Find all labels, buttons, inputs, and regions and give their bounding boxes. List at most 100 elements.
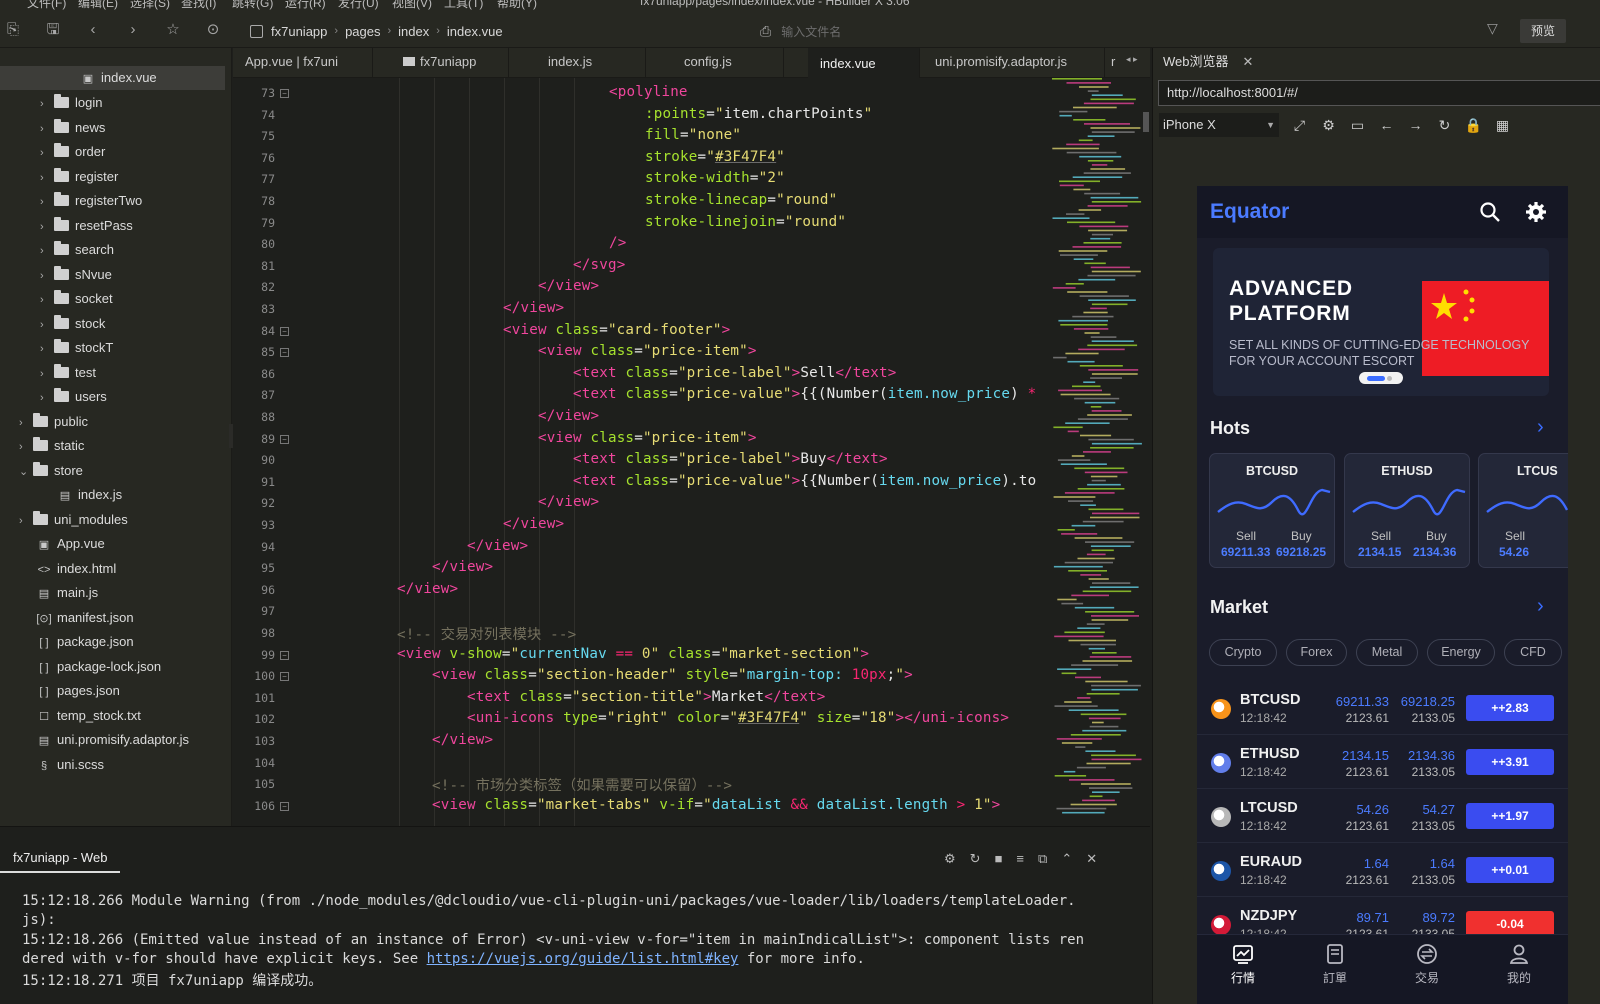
close-icon[interactable]: ✕ [1243, 54, 1254, 69]
market-change-badge[interactable]: ++1.97 [1466, 803, 1554, 829]
code-editor[interactable]: 73− <polyline 74:points="item.chartPoints"… [233, 78, 1150, 826]
fold-icon[interactable]: − [280, 672, 289, 682]
code-line[interactable]: <view class="market-tabs" v-if="dataList… [432, 797, 1000, 813]
tree-folder[interactable]: › search [40, 238, 114, 262]
tree-folder[interactable]: › news [40, 116, 105, 140]
code-line[interactable]: <view class="price-item"> [538, 343, 757, 359]
code-line[interactable]: </view> [538, 494, 599, 510]
filter-icon[interactable]: ≡ [1016, 851, 1024, 867]
code-line[interactable]: <!-- 市场分类标签（如果需要可以保留）--> [432, 775, 732, 795]
file-search-input[interactable]: 输入文件名 [781, 23, 841, 40]
tree-file[interactable]: ▤ index.js [57, 483, 122, 507]
market-row[interactable]: LTCUSD 12:18:42 54.26 54.27 2123.61 2133.05 ++… [1197, 789, 1568, 843]
docs-link[interactable]: https://vuejs.org/guide/list.html#key [427, 951, 739, 967]
tree-file[interactable]: ▤ uni.promisify.adaptor.js [36, 728, 189, 752]
hot-card[interactable]: BTCUSD Sell Buy 69211.33 69218.25 [1209, 453, 1335, 568]
tab-index-vue[interactable]: index.vue [808, 48, 920, 78]
save-icon[interactable]: 🖫 [43, 20, 63, 40]
code-line[interactable]: <view class="card-footer"> [503, 322, 730, 338]
gear-icon[interactable] [1525, 201, 1547, 223]
fold-icon[interactable]: − [280, 434, 289, 444]
nav-orders[interactable]: 訂單 [1295, 943, 1375, 986]
breadcrumb-item[interactable]: index.vue [447, 24, 503, 39]
run-icon[interactable]: ⊙ [203, 20, 223, 40]
hot-card[interactable]: LTCUS Sell 54.26 [1478, 453, 1568, 568]
stop-icon[interactable]: ■ [995, 851, 1003, 867]
back-icon[interactable]: ‹ [83, 20, 103, 40]
code-line[interactable]: </view> [432, 732, 493, 748]
fold-icon[interactable]: − [280, 348, 289, 358]
code-line[interactable]: <text class="price-value">{{Number(item.… [573, 473, 1036, 489]
menu-select[interactable]: 选择(S) [130, 0, 170, 11]
code-line[interactable]: <text class="price-value">{{(Number(item… [573, 386, 1036, 402]
fold-icon[interactable]: − [280, 650, 289, 660]
star-icon[interactable]: ☆ [163, 20, 183, 40]
code-line[interactable]: <!-- 交易对列表模块 --> [397, 624, 576, 644]
filter-icon[interactable]: ▽ [1487, 20, 1498, 37]
menu-file[interactable]: 文件(F) [27, 0, 66, 11]
device-select[interactable]: iPhone X ▼ [1159, 113, 1279, 137]
tree-folder[interactable]: › stockT [40, 336, 113, 360]
tab-index-js[interactable]: index.js [536, 48, 646, 78]
tab-app-vue[interactable]: App.vue | fx7uni [233, 48, 373, 78]
code-line[interactable]: <text class="price-label">Buy</text> [573, 451, 888, 467]
tree-folder[interactable]: › order [40, 140, 105, 164]
tree-folder[interactable]: › stock [40, 312, 105, 336]
restart-icon[interactable]: ↻ [970, 851, 981, 867]
banner-pagination[interactable] [1359, 372, 1403, 384]
console-tab[interactable]: fx7uniapp - Web [0, 843, 121, 873]
tree-file[interactable]: [ ] pages.json [36, 679, 119, 703]
code-line[interactable]: <text class="section-title">Market</text… [467, 689, 825, 705]
menu-view[interactable]: 视图(V) [392, 0, 432, 11]
hot-card[interactable]: ETHUSD Sell Buy 2134.15 2134.36 [1344, 453, 1470, 568]
tree-folder[interactable]: › public [19, 410, 88, 434]
code-line[interactable]: fill="none" [645, 127, 741, 143]
forward-icon[interactable]: › [123, 20, 143, 40]
tree-folder[interactable]: › resetPass [40, 214, 133, 238]
clear-icon[interactable]: ✕ [1086, 851, 1097, 867]
code-line[interactable]: stroke="#3F47F4" [645, 149, 785, 165]
breadcrumb-item[interactable]: pages [345, 24, 380, 39]
fold-icon[interactable]: − [280, 801, 289, 811]
menu-edit[interactable]: 编辑(E) [78, 0, 118, 11]
tree-folder[interactable]: › test [40, 361, 96, 385]
maximize-icon[interactable]: ⌃ [1061, 851, 1072, 867]
code-line[interactable]: </view> [538, 278, 599, 294]
market-row[interactable]: BTCUSD 12:18:42 69211.33 69218.25 2123.61 213… [1197, 681, 1568, 735]
tab-fx7uniapp[interactable]: fx7uniapp [391, 48, 509, 78]
menu-tools[interactable]: 工具(T) [444, 0, 483, 11]
code-line[interactable]: </view> [503, 300, 564, 316]
lock-icon[interactable]: 🔒 [1459, 117, 1488, 134]
tree-folder[interactable]: › socket [40, 287, 113, 311]
tree-folder[interactable]: › registerTwo [40, 189, 142, 213]
market-tab-energy[interactable]: Energy [1427, 639, 1495, 666]
code-line[interactable]: </svg> [573, 257, 625, 273]
tree-file[interactable]: <> index.html [36, 557, 117, 581]
settings-icon[interactable]: ⚙ [1314, 117, 1343, 134]
promo-banner[interactable]: ADVANCED PLATFORM SET ALL KINDS OF CUTTI… [1213, 248, 1549, 396]
market-more-icon[interactable]: › [1537, 595, 1544, 618]
nav-profile[interactable]: 我的 [1479, 943, 1559, 986]
market-tab-crypto[interactable]: Crypto [1209, 639, 1277, 666]
tree-folder[interactable]: › uni_modules [19, 508, 128, 532]
tree-folder[interactable]: › users [40, 385, 107, 409]
tab-uni-promisify[interactable]: uni.promisify.adaptor.js [923, 48, 1105, 78]
tab-scroll-icon[interactable]: ◂ ▸ [1126, 54, 1138, 65]
debug-icon[interactable]: ⚙ [944, 851, 956, 867]
back-icon[interactable]: ← [1372, 117, 1401, 133]
url-input[interactable]: http://localhost:8001/#/ [1158, 80, 1600, 106]
tree-file[interactable]: ☐ temp_stock.txt [36, 704, 141, 728]
browser-tab[interactable]: Web浏览器 ✕ [1163, 50, 1253, 74]
menu-find[interactable]: 查找(I) [181, 0, 216, 11]
rotate-icon[interactable]: ⤢ [1285, 117, 1314, 134]
tree-file[interactable]: [ ] package.json [36, 630, 133, 654]
code-line[interactable]: </view> [432, 559, 493, 575]
tree-file[interactable]: § uni.scss [36, 753, 104, 777]
file-search[interactable]: ⎙ 输入文件名 [760, 20, 841, 42]
tree-file[interactable]: [⊙] manifest.json [36, 606, 133, 630]
fold-icon[interactable]: − [280, 326, 289, 336]
code-line[interactable]: stroke-linejoin="round" [645, 214, 846, 230]
code-line[interactable]: stroke-linecap="round" [645, 192, 837, 208]
forward-icon[interactable]: → [1401, 117, 1430, 133]
code-line[interactable]: /> [609, 235, 626, 251]
